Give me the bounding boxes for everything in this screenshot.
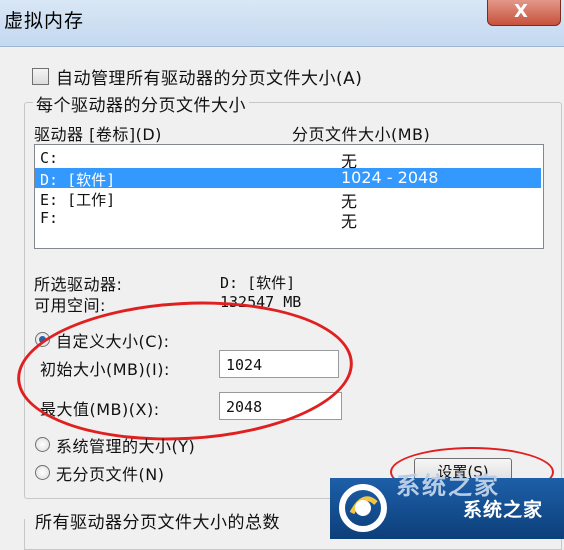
total-group-title: 所有驱动器分页文件大小的总数 xyxy=(32,508,283,533)
free-space-value: 132547 MB xyxy=(220,293,302,311)
free-space-label: 可用空间: xyxy=(34,296,106,315)
drive-name: E: [工作] xyxy=(40,191,116,209)
close-icon: X xyxy=(514,1,528,22)
title-bar: 虚拟内存 X xyxy=(0,0,564,47)
drive-row-c[interactable]: C: 无 xyxy=(35,148,541,171)
custom-size-label: 自定义大小(C): xyxy=(56,332,170,351)
drive-list[interactable]: C: 无 D: [软件] 1024 - 2048 E: [工作] 无 F: 无 xyxy=(34,144,544,249)
auto-manage-label: 自动管理所有驱动器的分页文件大小(A) xyxy=(56,69,363,89)
column-header-size: 分页文件大小(MB) xyxy=(292,125,431,144)
close-button[interactable]: X xyxy=(487,0,561,26)
no-paging-label: 无分页文件(N) xyxy=(56,465,165,484)
selected-drive-value: D: [软件] xyxy=(220,274,296,292)
initial-size-input[interactable]: 1024 xyxy=(219,350,339,378)
system-managed-radio[interactable] xyxy=(35,437,50,452)
watermark-text: 系统之家 xyxy=(463,499,544,521)
no-paging-radio[interactable] xyxy=(35,465,50,480)
auto-manage-checkbox[interactable] xyxy=(32,68,49,85)
drive-row-d[interactable]: D: [软件] 1024 - 2048 xyxy=(35,168,541,189)
drive-name: D: [软件] xyxy=(40,171,116,189)
drive-row-e[interactable]: E: [工作] 无 xyxy=(35,188,541,211)
drive-size: 1024 - 2048 xyxy=(341,168,439,187)
watermark-logo-icon xyxy=(339,484,387,532)
drive-name: F: xyxy=(40,209,59,227)
per-drive-group-title: 每个驱动器的分页文件大小 xyxy=(33,91,249,116)
drive-row-f[interactable]: F: 无 xyxy=(35,208,541,231)
max-size-label: 最大值(MB)(X): xyxy=(40,400,160,419)
auto-manage-row[interactable]: 自动管理所有驱动器的分页文件大小(A) xyxy=(32,64,362,89)
window-title: 虚拟内存 xyxy=(4,10,85,32)
initial-size-label: 初始大小(MB)(I): xyxy=(40,360,170,379)
custom-size-radio[interactable] xyxy=(35,332,50,347)
drive-name: C: xyxy=(40,149,59,167)
max-size-input[interactable]: 2048 xyxy=(219,392,342,420)
column-header-drive: 驱动器 [卷标](D) xyxy=(34,125,162,144)
drive-size: 无 xyxy=(341,212,358,231)
system-managed-label: 系统管理的大小(Y) xyxy=(56,437,196,456)
